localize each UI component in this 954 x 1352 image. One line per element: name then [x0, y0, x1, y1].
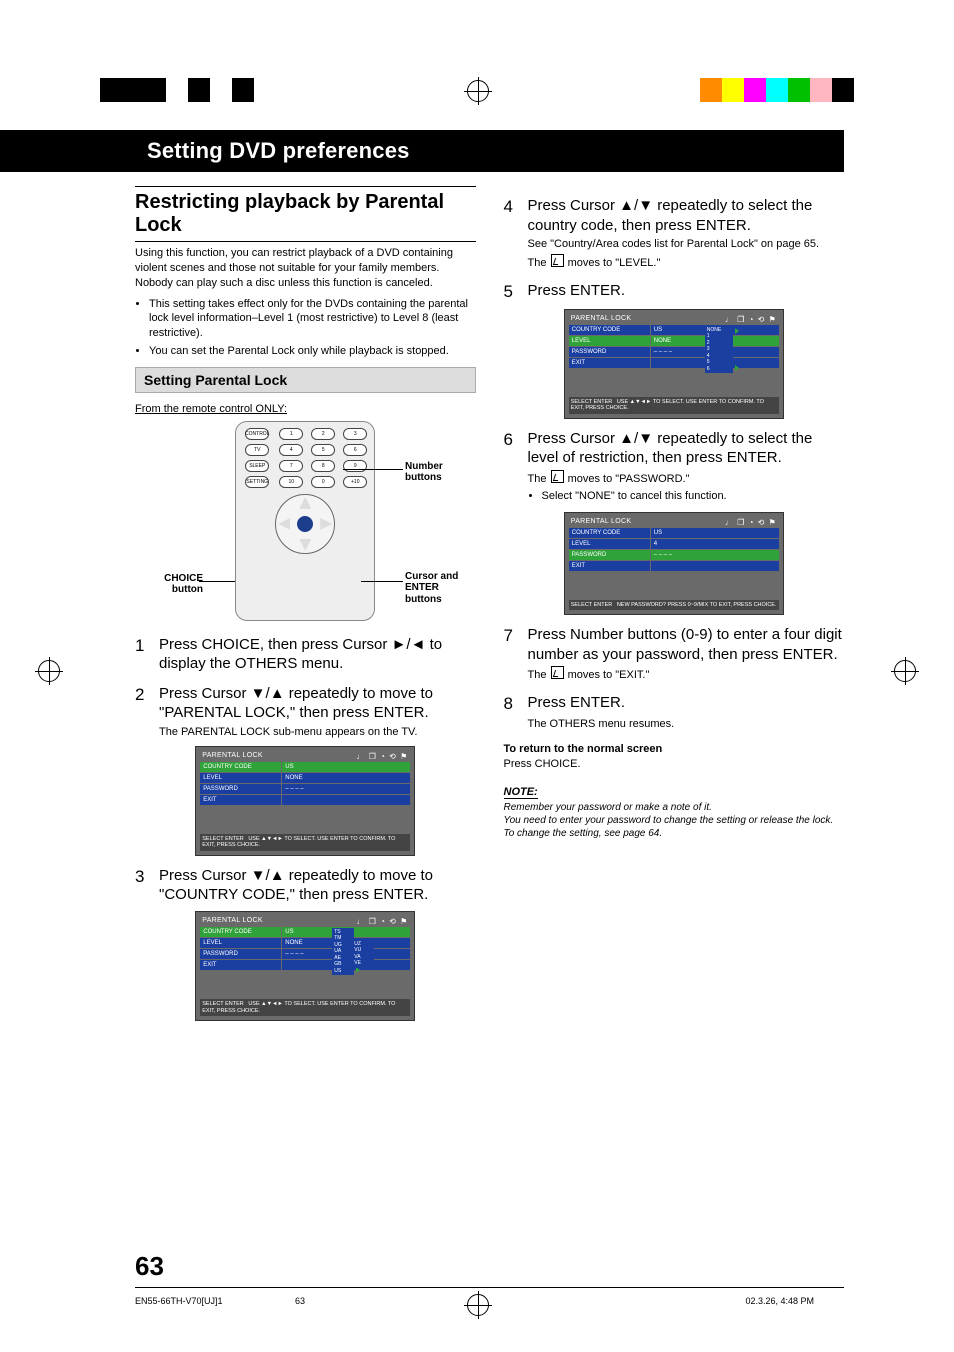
step-3: Press Cursor ▼/▲ repeatedly to move to "… [159, 866, 476, 905]
footer-page: 63 [295, 1296, 305, 1306]
footer-timestamp: 02.3.26, 4:48 PM [745, 1296, 814, 1306]
crosshair-icon [38, 660, 60, 682]
step-8: Press ENTER. [528, 693, 845, 715]
footer-filename: EN55-66TH-V70[UJ]1 [135, 1296, 223, 1306]
note-heading: NOTE: [504, 786, 538, 799]
page-sheet: Setting DVD preferences Restricting play… [0, 0, 954, 1352]
crosshair-icon [467, 1294, 489, 1316]
step-2-sub: The PARENTAL LOCK sub-menu appears on th… [159, 725, 476, 740]
right-column: 4Press Cursor ▲/▼ repeatedly to select t… [504, 186, 845, 1031]
country-dropdown: TS TM UG UA AE GB US [332, 928, 354, 976]
osd-screenshot-3: PARENTAL LOCK♩ ❐ ◔ ⟲ ⚑ COUNTRY CODEUS LE… [564, 309, 784, 419]
remote-only-label: From the remote control ONLY: [135, 403, 476, 415]
step-1: Press CHOICE, then press Cursor ►/◄ to d… [159, 635, 476, 674]
remote-diagram: CHOICE button CONTROL TV SLEEP SETTING 1 [135, 421, 476, 621]
step-5: Press ENTER. [528, 281, 845, 303]
step-7: Press Number buttons (0-9) to enter a fo… [528, 625, 845, 664]
intro-text: Using this function, you can restrict pl… [135, 246, 476, 291]
step-4: Press Cursor ▲/▼ repeatedly to select th… [528, 196, 845, 235]
osd-screenshot-4: PARENTAL LOCK♩ ❐ ◔ ⟲ ⚑ COUNTRY CODEUS LE… [564, 512, 784, 616]
osd-screenshot-2: PARENTAL LOCK♩ ❐ ◔ ⟲ ⚑ COUNTRY CODEUS LE… [195, 911, 415, 1021]
callout-number: Number buttons [405, 461, 476, 484]
step-6: Press Cursor ▲/▼ repeatedly to select th… [528, 429, 845, 468]
callout-choice: CHOICE button [139, 573, 203, 596]
footer-rule [135, 1287, 844, 1288]
page-number: 63 [135, 1251, 164, 1282]
crosshair-icon [467, 80, 489, 102]
intro-bullets: This setting takes effect only for the D… [135, 297, 476, 359]
subhead-setting: Setting Parental Lock [135, 367, 476, 393]
step-2: Press Cursor ▼/▲ repeatedly to move to "… [159, 684, 476, 723]
return-body: Press CHOICE. [504, 758, 581, 770]
crosshair-icon [894, 660, 916, 682]
dpad-icon [275, 494, 335, 554]
return-heading: To return to the normal screen [504, 743, 663, 755]
level-dropdown: NONE 1 2 3 4 5 6 [705, 326, 733, 374]
cursor-marker-icon [551, 470, 564, 483]
heading-restricting: Restricting playback by Parental Lock [135, 186, 476, 242]
cursor-marker-icon [551, 666, 564, 679]
section-banner: Setting DVD preferences [135, 130, 844, 172]
osd-screenshot-1: PARENTAL LOCK♩ ❐ ◔ ⟲ ⚑ COUNTRY CODEUS LE… [195, 746, 415, 856]
cursor-marker-icon [551, 254, 564, 267]
note-body: Remember your password or make a note of… [504, 801, 845, 840]
left-column: Restricting playback by Parental Lock Us… [135, 186, 476, 1031]
callout-cursor-enter: Cursor and ENTER buttons [405, 571, 476, 606]
